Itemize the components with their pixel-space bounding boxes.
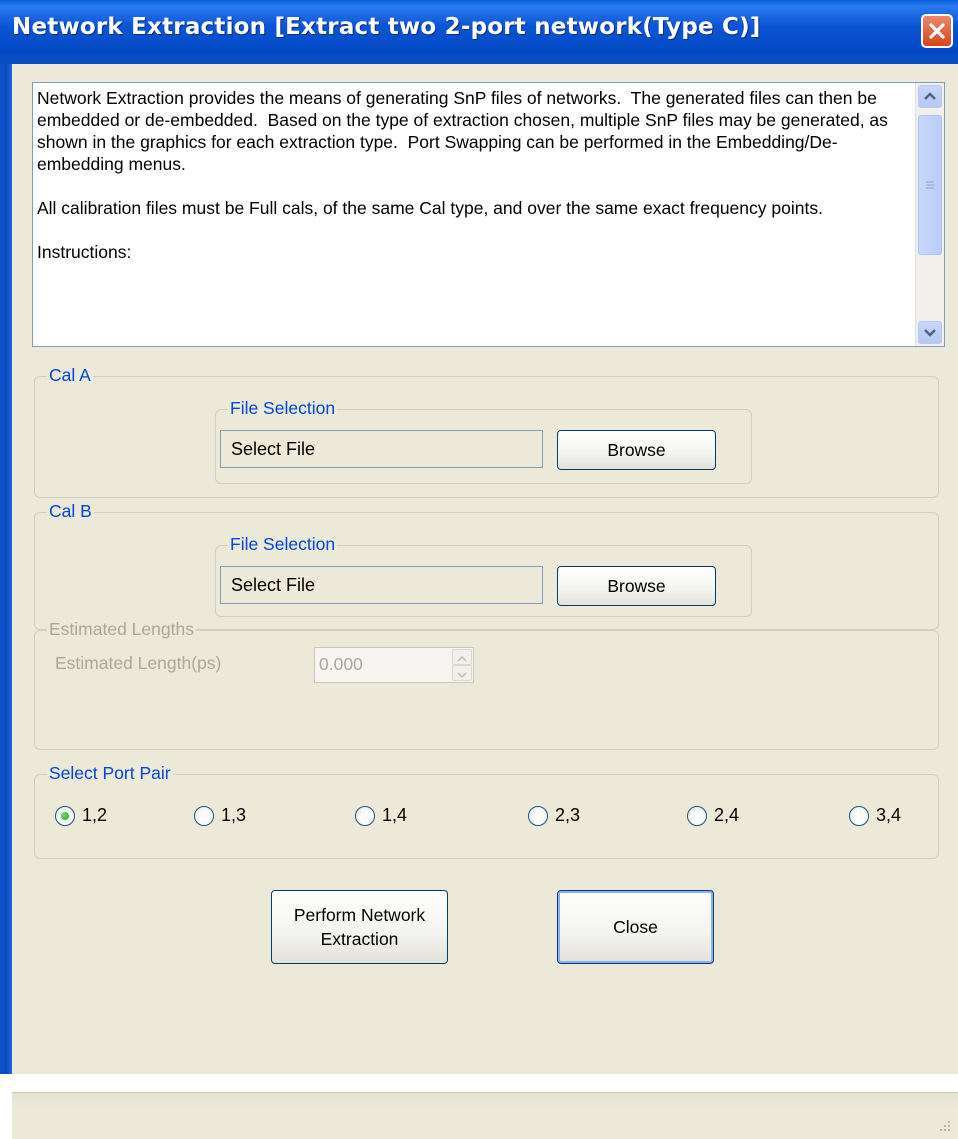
port-pair-radio-1-4[interactable]: 1,4 (355, 805, 407, 826)
port-pair-legend: Select Port Pair (47, 763, 173, 784)
description-paragraph-3: Instructions: (37, 242, 132, 262)
perform-network-extraction-button[interactable]: Perform Network Extraction (271, 890, 448, 964)
estimated-lengths-legend: Estimated Lengths (47, 619, 196, 640)
cal-b-browse-button[interactable]: Browse (557, 566, 716, 606)
radio-icon (849, 805, 869, 826)
description-textbox[interactable]: Network Extraction provides the means of… (32, 82, 945, 347)
window-title: Network Extraction [Extract two 2-port n… (12, 14, 761, 40)
cal-a-file-selection-group: File Selection Select File Browse (215, 398, 752, 484)
window-close-button[interactable] (921, 14, 953, 48)
estimated-length-spinbox: 0.000 (314, 647, 474, 683)
scroll-down-button[interactable] (918, 321, 942, 344)
port-pair-label: 2,4 (714, 805, 740, 825)
port-pair-radio-2-3[interactable]: 2,3 (528, 805, 580, 826)
close-icon (929, 23, 945, 39)
status-bar (12, 1092, 958, 1139)
port-pair-label: 1,2 (82, 805, 108, 825)
spin-up-icon (457, 655, 467, 662)
cal-b-group: Cal B File Selection Select File Browse (34, 501, 939, 630)
description-scrollbar[interactable] (915, 83, 944, 346)
window-frame-left (0, 64, 12, 1074)
description-paragraph-2: All calibration files must be Full cals,… (37, 198, 823, 218)
spin-down-button (452, 665, 472, 681)
spin-up-button (452, 649, 472, 665)
title-bar[interactable]: Network Extraction [Extract two 2-port n… (0, 0, 958, 64)
perform-button-line-1: Perform Network (293, 905, 426, 925)
radio-icon (194, 805, 214, 826)
perform-button-line-2: Extraction (320, 929, 399, 949)
cal-a-legend: Cal A (47, 365, 93, 386)
scroll-up-button[interactable] (918, 85, 942, 108)
port-pair-group: Select Port Pair 1,2 1,3 1,4 2,3 2,4 3,4 (34, 763, 939, 859)
cal-a-group: Cal A File Selection Select File Browse (34, 365, 939, 498)
port-pair-label: 3,4 (876, 805, 902, 825)
port-pair-radio-1-3[interactable]: 1,3 (194, 805, 246, 826)
radio-selected-icon (55, 805, 75, 826)
cal-b-legend: Cal B (47, 501, 94, 522)
estimated-length-label: Estimated Length(ps) (55, 653, 222, 673)
estimated-length-value: 0.000 (319, 654, 363, 674)
dialog-body: Network Extraction provides the means of… (12, 64, 958, 1139)
estimated-lengths-group: Estimated Lengths Estimated Length(ps) 0… (34, 619, 939, 750)
port-pair-radio-1-2[interactable]: 1,2 (55, 805, 107, 826)
scroll-down-arrow-icon (924, 329, 936, 337)
cal-a-browse-button[interactable]: Browse (557, 430, 716, 470)
scroll-thumb[interactable] (918, 115, 942, 255)
radio-icon (687, 805, 707, 826)
cal-a-file-field[interactable]: Select File (220, 430, 543, 468)
description-text: Network Extraction provides the means of… (37, 87, 905, 342)
port-pair-radio-3-4[interactable]: 3,4 (849, 805, 901, 826)
port-pair-label: 1,3 (221, 805, 247, 825)
port-pair-label: 1,4 (382, 805, 408, 825)
network-extraction-window: Network Extraction [Extract two 2-port n… (0, 0, 958, 1139)
description-paragraph-1: Network Extraction provides the means of… (37, 88, 893, 174)
scroll-grip-icon (926, 181, 934, 189)
cal-a-file-selection-legend: File Selection (228, 398, 338, 419)
scroll-up-arrow-icon (924, 92, 936, 100)
port-pair-label: 2,3 (555, 805, 581, 825)
close-button[interactable]: Close (557, 890, 714, 964)
cal-b-file-field[interactable]: Select File (220, 566, 543, 604)
cal-b-file-selection-legend: File Selection (228, 534, 338, 555)
spin-down-icon (457, 672, 467, 679)
cal-b-file-selection-group: File Selection Select File Browse (215, 534, 752, 617)
radio-icon (528, 805, 548, 826)
resize-grip-icon[interactable] (936, 1117, 952, 1133)
port-pair-radio-2-4[interactable]: 2,4 (687, 805, 739, 826)
radio-icon (355, 805, 375, 826)
